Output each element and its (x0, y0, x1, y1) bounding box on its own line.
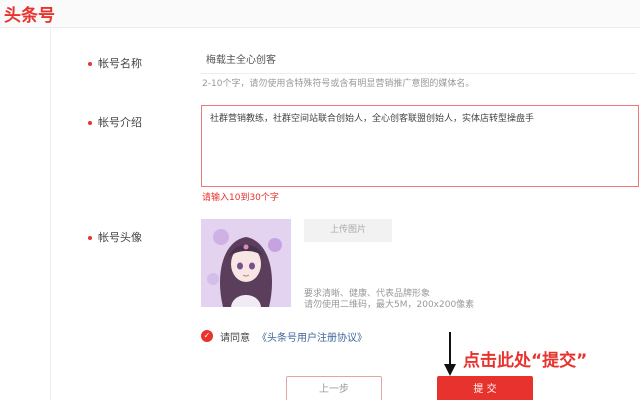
name-label: 帐号名称 (98, 57, 142, 70)
agreement-prefix: 请同意 (220, 333, 250, 344)
annotation-text: 点击此处“提交” (463, 351, 588, 371)
upload-image-button[interactable]: 上传图片 (304, 219, 392, 242)
avatar-requirements-size: 请勿使用二维码，最大5M，200x200像素 (304, 300, 475, 310)
previous-step-button[interactable]: 上一步 (286, 376, 382, 400)
sidebar-divider (50, 28, 51, 400)
intro-label: 帐号介绍 (98, 116, 142, 129)
submit-button[interactable]: 提 交 (437, 376, 533, 400)
avatar-label: 帐号头像 (98, 231, 142, 244)
required-dot (88, 121, 92, 125)
account-intro-textarea[interactable]: 社群营销教练，社群空间站联合创始人，全心创客联盟创始人，实体店转型操盘手 (201, 105, 639, 187)
account-name-input[interactable]: 梅载主全心创客 (200, 50, 636, 74)
required-dot (88, 62, 92, 66)
toutiao-logo[interactable]: 头条号 (4, 1, 55, 26)
agreement-checkbox[interactable]: ✓ (201, 330, 213, 342)
avatar-illustration (201, 219, 291, 307)
avatar-image (201, 219, 291, 307)
top-bar: 头条号 (0, 0, 640, 28)
intro-error: 请输入10到30个字 (202, 193, 279, 203)
required-dot (88, 236, 92, 240)
user-agreement-link[interactable]: 《头条号用户注册协议》 (257, 329, 367, 344)
name-hint: 2-10个字，请勿使用含特殊符号或含有明显营销推广意图的媒体名。 (202, 79, 475, 89)
